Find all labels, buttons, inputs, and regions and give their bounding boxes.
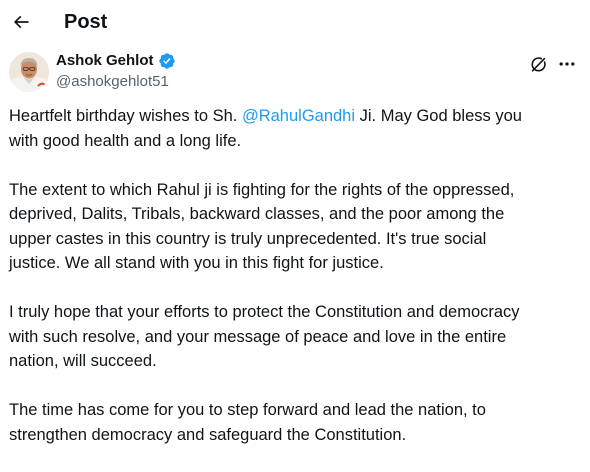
more-horizontal-icon	[559, 62, 575, 66]
grok-button[interactable]	[526, 52, 550, 76]
back-button[interactable]	[3, 4, 39, 40]
text-line: with such resolve, and your message of p…	[9, 327, 507, 346]
more-options-button[interactable]	[555, 52, 579, 76]
text-line: upper castes in this country is truly un…	[9, 229, 487, 248]
paragraph-lead: The time has come for you to step forwar…	[9, 398, 584, 447]
text-line: justice. We all stand with you in this f…	[9, 254, 384, 272]
avatar-image	[9, 52, 49, 92]
post-author: Ashok Gehlot @ashokgehlot51	[0, 44, 590, 96]
text-line: nation, will succeed.	[9, 352, 157, 370]
verified-badge-icon[interactable]	[158, 52, 176, 70]
paragraph-hope: I truly hope that your efforts to protec…	[9, 300, 584, 374]
text-line: strengthen democracy and safeguard the C…	[9, 425, 407, 444]
paragraph-greeting: Heartfelt birthday wishes to Sh. @RahulG…	[9, 104, 584, 153]
name-row: Ashok Gehlot	[56, 51, 176, 71]
grok-icon	[530, 56, 546, 72]
arrow-left-icon	[13, 15, 29, 29]
greeting-text-cont: Ji. May God bless you	[355, 107, 522, 125]
post-text: Heartfelt birthday wishes to Sh. @RahulG…	[9, 104, 584, 472]
mention-link[interactable]: @RahulGandhi	[242, 107, 355, 125]
greeting-text: Heartfelt birthday wishes to Sh.	[9, 107, 242, 125]
text-line: I truly hope that your efforts to protec…	[9, 303, 520, 321]
page-title: Post	[64, 11, 108, 33]
display-name[interactable]: Ashok Gehlot	[56, 51, 154, 71]
avatar[interactable]	[9, 52, 49, 92]
text-line: deprived, Dalits, Tribals, backward clas…	[9, 205, 505, 223]
paragraph-justice: The extent to which Rahul ji is fighting…	[9, 178, 584, 276]
text-line: The extent to which Rahul ji is fighting…	[9, 180, 515, 199]
post-header: Post	[0, 0, 590, 44]
greeting-text-line2: with good health and a long life.	[9, 131, 242, 150]
text-line: The time has come for you to step forwar…	[9, 401, 486, 419]
user-handle[interactable]: @ashokgehlot51	[56, 72, 169, 92]
